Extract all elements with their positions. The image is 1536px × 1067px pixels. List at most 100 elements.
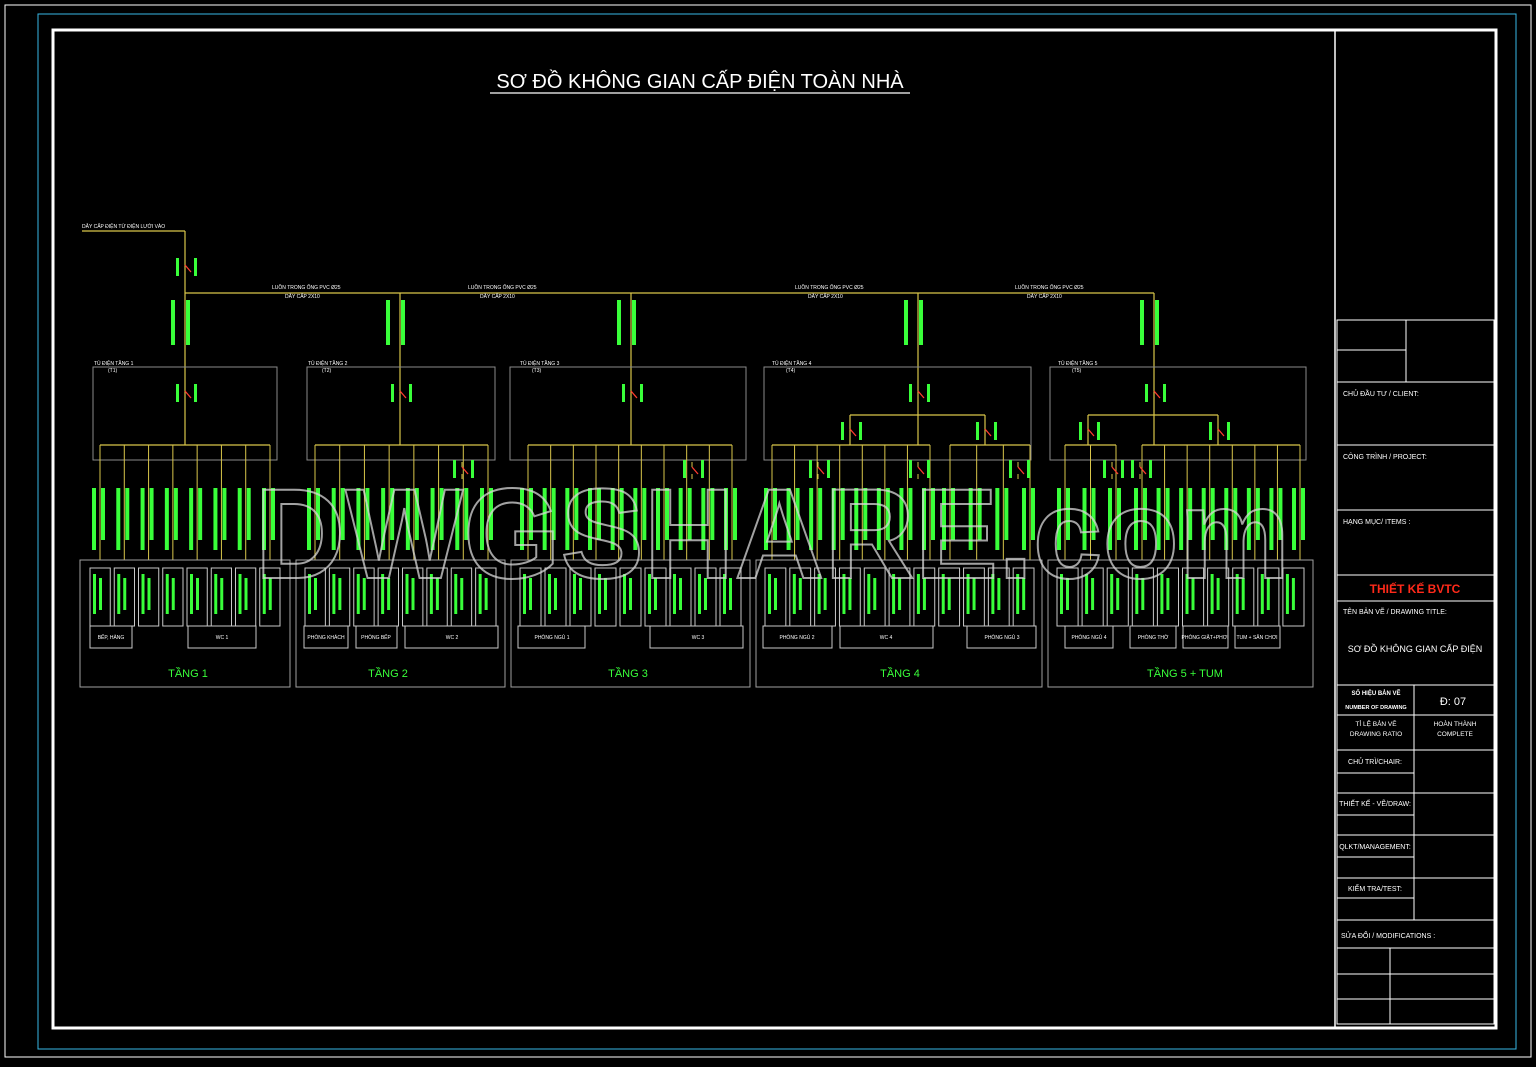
circuit-label (125, 488, 130, 540)
breaker-tag (1209, 422, 1212, 440)
breaker-tag (391, 384, 394, 402)
riser-label (904, 300, 908, 345)
bus-label-top: LUỒN TRONG ỐNG PVC Ø25 (795, 284, 864, 291)
room-label: PHÒNG NGỦ 3 (984, 634, 1019, 641)
breaker-tag (1163, 384, 1166, 402)
bus-label-top: LUỒN TRONG ỐNG PVC Ø25 (1015, 284, 1084, 291)
device-label (99, 578, 102, 610)
breaker-tag (927, 384, 930, 402)
cad-drawing-sheet: SƠ ĐỒ KHÔNG GIAN CẤP ĐIỆN TOÀN NHÀ TẦNG … (0, 0, 1536, 1062)
device-label (190, 574, 193, 614)
circuit-label (1292, 488, 1296, 550)
breaker-tag (841, 422, 844, 440)
panel-box-2 (306, 366, 496, 461)
riser-label (171, 300, 175, 345)
circuit-label (237, 488, 242, 550)
title-block (1336, 319, 1495, 1025)
breaker-tag (1097, 422, 1100, 440)
breaker-switch (399, 390, 407, 399)
riser-label (632, 300, 636, 345)
circuit-label (1301, 488, 1305, 540)
panel-code: (T2) (322, 368, 332, 374)
breaker-switch (184, 264, 192, 273)
status-2: COMPLETE (1437, 731, 1473, 738)
room-label: PHÒNG GIẶT+PHƠI (1182, 634, 1229, 641)
device-label (117, 574, 121, 614)
drawing-title-label: TÊN BẢN VẼ / DRAWING TITLE: (1343, 607, 1447, 616)
ratio-label-1: TỈ LỆ BẢN VẼ (1355, 719, 1397, 728)
riser-label (1155, 300, 1159, 345)
circuit-label (92, 488, 96, 550)
drawing-canvas: SƠ ĐỒ KHÔNG GIAN CẤP ĐIỆN TOÀN NHÀ TẦNG … (4, 4, 1532, 1058)
room-label: WC 1 (216, 635, 229, 641)
modifications-label: SỬA ĐỔI / MODIFICATIONS : (1341, 931, 1435, 940)
panel-box-5 (1049, 366, 1307, 461)
status-1: HOÀN THÀNH (1434, 719, 1477, 728)
device-label (147, 578, 151, 610)
bus-label-bottom: DÂY CẤP 2X10 (480, 293, 515, 300)
draw-label: THIẾT KẾ - VẼ/DRAW: (1339, 798, 1411, 808)
room-label: PHÒNG THỜ (1138, 634, 1169, 641)
breaker-switch (917, 390, 925, 399)
breaker-tag (640, 384, 643, 402)
watermark: DWGSHARE.com (255, 463, 1290, 606)
breaker-tag (194, 384, 197, 402)
circuit-label (189, 488, 194, 550)
device-label (165, 574, 169, 614)
breaker-tag (1145, 384, 1148, 402)
panel-label: TỦ ĐIỆN TẦNG 4 (772, 359, 812, 367)
room-label: PHÒNG NGỦ 2 (779, 634, 814, 641)
bus-label-bottom: DÂY CẤP 2X10 (285, 293, 320, 300)
room-label: TUM + SÂN CHƠI (1236, 634, 1277, 641)
breaker-switch (984, 428, 992, 437)
circuit-label (173, 488, 178, 540)
panel-label: TỦ ĐIỆN TẦNG 2 (308, 359, 348, 367)
circuit-label (116, 488, 121, 550)
breaker-tag (1079, 422, 1082, 440)
items-label: HẠNG MỤC/ ITEMS : (1343, 519, 1410, 526)
room-label: BẾP, HÀNG (98, 634, 125, 641)
device-label (214, 574, 218, 614)
circuit-label (149, 488, 154, 540)
breaker-tag (409, 384, 412, 402)
riser-label (386, 300, 390, 345)
breaker-tag (176, 258, 179, 276)
project-label: CÔNG TRÌNH / PROJECT: (1343, 452, 1427, 461)
riser-label (401, 300, 405, 345)
power-distribution-diagram (79, 230, 1314, 688)
circuit-label (222, 488, 227, 540)
device-label (123, 578, 127, 610)
riser-label (1140, 300, 1144, 345)
incoming-line-label: DÂY CẤP ĐIỆN TỪ ĐIỆN LƯỚI VÀO (82, 222, 165, 230)
circuit-label (101, 488, 105, 540)
room-label: WC 3 (692, 635, 705, 641)
device-label (220, 578, 224, 610)
test-label: KIỂM TRA/TEST: (1348, 884, 1402, 893)
breaker-tag (194, 258, 197, 276)
bus-label-top: LUỒN TRONG ỐNG PVC Ø25 (272, 284, 341, 291)
circuit-label (164, 488, 169, 550)
drawing-number: Đ: 07 (1440, 696, 1466, 708)
panel-code: (T5) (1072, 368, 1082, 374)
breaker-tag (994, 422, 997, 440)
panel-label: TỦ ĐIỆN TẦNG 5 (1058, 359, 1098, 367)
room-label: PHÒNG NGỦ 4 (1071, 634, 1106, 641)
floor-label-1: TẦNG 1 (168, 667, 208, 680)
circuit-label (213, 488, 218, 550)
panel-label: TỦ ĐIỆN TẦNG 1 (94, 359, 134, 367)
circuit-label (246, 488, 251, 540)
panel-label: TỦ ĐIỆN TẦNG 3 (520, 359, 560, 367)
device-label (196, 578, 199, 610)
panel-box-3 (509, 366, 747, 461)
room-label: WC 4 (880, 635, 893, 641)
device-label (238, 574, 242, 614)
device-label (1291, 578, 1295, 610)
breaker-tag (1227, 422, 1230, 440)
breaker-switch (849, 428, 857, 437)
breaker-switch (184, 390, 192, 399)
panel-code: (T3) (532, 368, 542, 374)
management-label: QLKT/MANAGEMENT: (1339, 844, 1411, 851)
ratio-label-2: DRAWING RATIO (1350, 731, 1402, 738)
breaker-tag (909, 384, 912, 402)
breaker-tag (622, 384, 625, 402)
